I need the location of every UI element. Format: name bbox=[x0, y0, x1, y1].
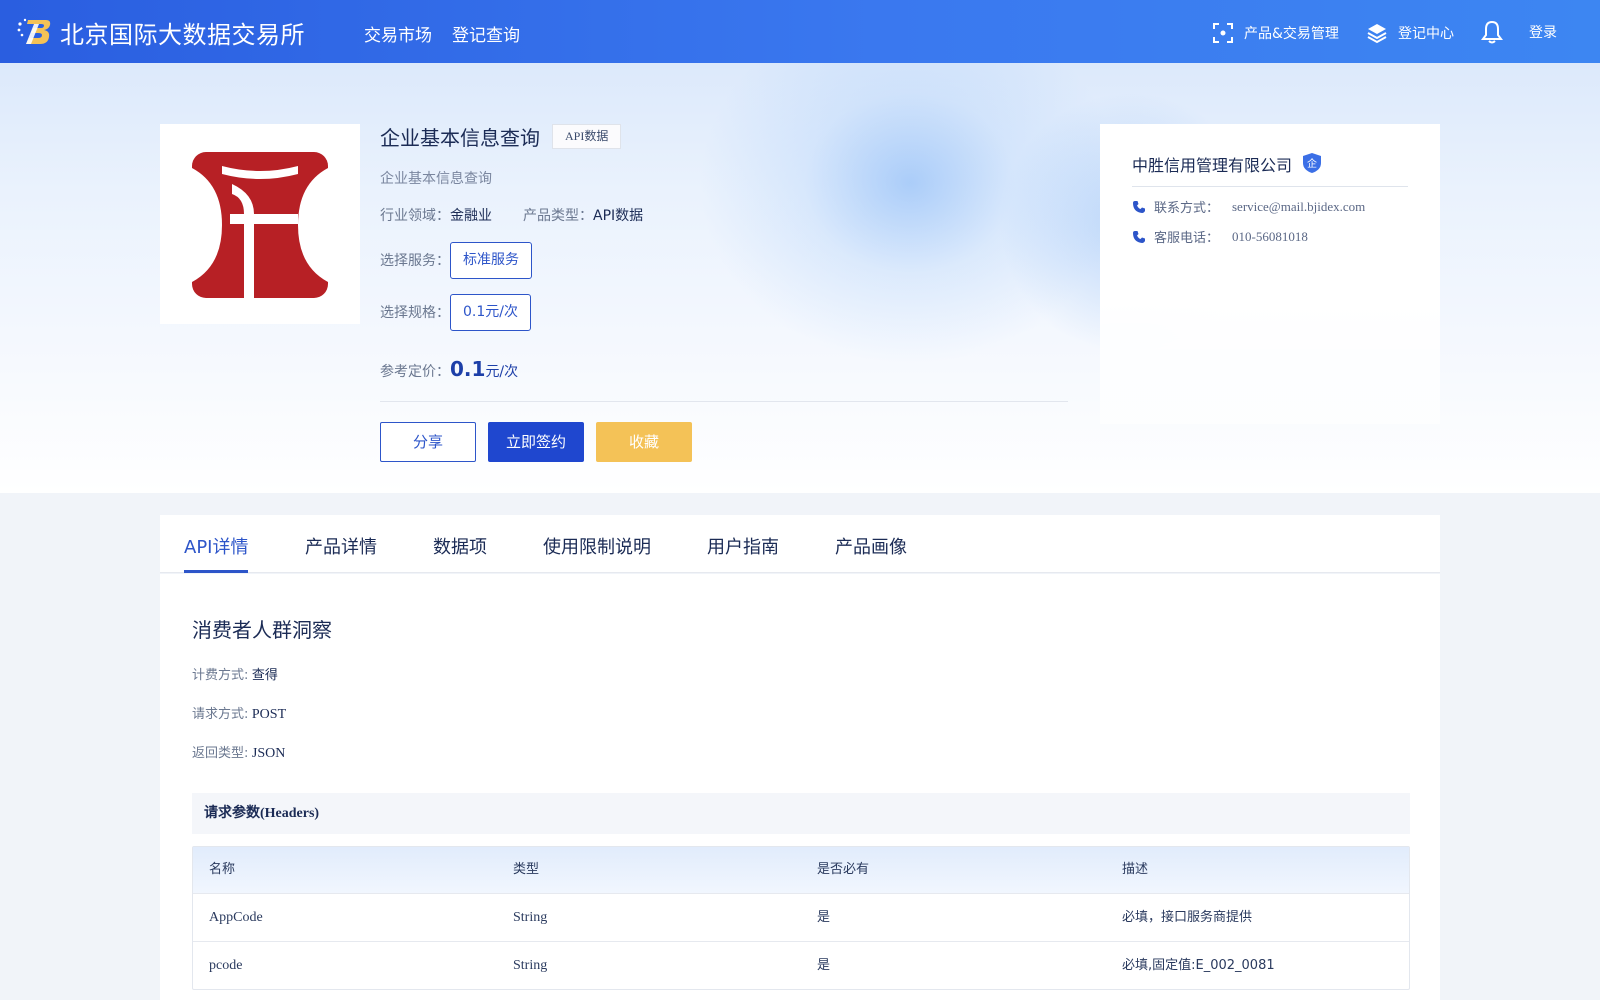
industry-label: 行业领域： bbox=[380, 208, 450, 224]
layers-icon bbox=[1367, 24, 1387, 44]
method-value: POST bbox=[251, 707, 287, 722]
industry-field: 行业领域：金融业 bbox=[380, 205, 492, 225]
company-name[interactable]: 中胜信用管理有限公司 bbox=[1132, 152, 1292, 176]
hero-divider bbox=[380, 401, 1068, 402]
share-button[interactable]: 分享 bbox=[380, 422, 476, 462]
register-center-link[interactable]: 登记中心 bbox=[1366, 22, 1454, 44]
spec-option[interactable]: 0.1元/次 bbox=[450, 294, 531, 331]
method-field: 请求方式: POST bbox=[192, 703, 286, 723]
product-trade-mgmt-label: 产品&交易管理 bbox=[1244, 26, 1339, 42]
tab-api-details[interactable]: API详情 bbox=[184, 533, 248, 559]
product-trade-mgmt-link[interactable]: 产品&交易管理 bbox=[1212, 22, 1339, 44]
nav-trading-market[interactable]: 交易市场 bbox=[364, 21, 432, 46]
tab-product-details[interactable]: 产品详情 bbox=[305, 533, 377, 559]
tab-data-items[interactable]: 数据项 bbox=[433, 533, 487, 559]
top-navbar: 北京国际大数据交易所 交易市场 登记查询 产品&交易管理 登记中心 登录 bbox=[0, 0, 1600, 63]
return-type-label: 返回类型: bbox=[192, 746, 249, 761]
price-unit: 元/次 bbox=[485, 364, 519, 380]
enterprise-verified-icon: 企 bbox=[1303, 153, 1321, 173]
product-title: 企业基本信息查询 bbox=[380, 126, 540, 150]
sign-contract-button[interactable]: 立即签约 bbox=[488, 422, 584, 462]
product-type-tag: API数据 bbox=[552, 124, 622, 149]
detail-tabs: API详情 产品详情 数据项 使用限制说明 用户指南 产品画像 bbox=[160, 515, 1440, 573]
tab-product-profile[interactable]: 产品画像 bbox=[835, 533, 907, 559]
phone-icon bbox=[1133, 230, 1145, 243]
product-subtitle: 企业基本信息查询 bbox=[380, 171, 492, 187]
table-row: AppCode String 是 必填，接口服务商提供 bbox=[193, 893, 1409, 941]
logo-icon[interactable] bbox=[16, 16, 52, 48]
contact-phone-row: 客服电话： 010-56081018 bbox=[1132, 227, 1308, 246]
active-tab-indicator bbox=[184, 570, 248, 573]
provider-company-card: 中胜信用管理有限公司 企 联系方式： service@mail.bjidex.c… bbox=[1100, 124, 1440, 424]
column-header: 名称 bbox=[209, 862, 236, 877]
column-header: 类型 bbox=[513, 862, 540, 877]
phone-label: 客服电话： bbox=[1154, 231, 1220, 246]
table-row: pcode String 是 必填,固定值:E_002_0081 bbox=[193, 941, 1409, 989]
phone-icon bbox=[1133, 200, 1145, 213]
headers-table: 名称 类型 是否必有 描述 AppCode String 是 必填，接口服务商提… bbox=[192, 846, 1410, 990]
api-title: 消费者人群洞察 bbox=[192, 618, 332, 642]
param-required: 是 bbox=[817, 958, 831, 973]
table-header-row: 名称 类型 是否必有 描述 bbox=[193, 847, 1409, 893]
param-type: String bbox=[513, 910, 548, 925]
return-type-value: JSON bbox=[251, 746, 286, 761]
bell-icon[interactable] bbox=[1481, 20, 1503, 44]
nav-registry-query[interactable]: 登记查询 bbox=[452, 21, 520, 46]
product-type-value: API数据 bbox=[593, 208, 644, 224]
provider-logo-icon bbox=[192, 152, 328, 298]
contact-email-row: 联系方式： service@mail.bjidex.com bbox=[1132, 197, 1365, 216]
param-type: String bbox=[513, 958, 548, 973]
tab-usage-limits[interactable]: 使用限制说明 bbox=[543, 533, 651, 559]
spec-select-label: 选择规格： bbox=[380, 305, 450, 321]
site-title[interactable]: 北京国际大数据交易所 bbox=[60, 15, 305, 50]
company-divider bbox=[1132, 186, 1408, 187]
phone-value: 010-56081018 bbox=[1232, 228, 1308, 244]
reference-price: 参考定价：0.1元/次 bbox=[380, 357, 518, 381]
param-description: 必填，接口服务商提供 bbox=[1122, 910, 1253, 925]
scan-icon bbox=[1213, 23, 1233, 43]
column-header: 描述 bbox=[1122, 862, 1149, 877]
return-type-field: 返回类型: JSON bbox=[192, 742, 285, 762]
product-logo-card bbox=[160, 124, 360, 324]
method-label: 请求方式: bbox=[192, 707, 249, 722]
param-description: 必填,固定值:E_002_0081 bbox=[1122, 958, 1275, 973]
billing-field: 计费方式: 查得 bbox=[192, 664, 278, 684]
service-select-label: 选择服务： bbox=[380, 253, 450, 269]
column-header: 是否必有 bbox=[817, 862, 870, 877]
price-value: 0.1 bbox=[450, 357, 486, 381]
param-name: pcode bbox=[209, 958, 243, 973]
param-required: 是 bbox=[817, 910, 831, 925]
contact-label: 联系方式： bbox=[1154, 201, 1220, 216]
billing-label: 计费方式: bbox=[192, 668, 249, 683]
industry-value: 金融业 bbox=[450, 208, 492, 224]
product-type-label: 产品类型： bbox=[523, 208, 593, 224]
param-name: AppCode bbox=[209, 910, 263, 925]
headers-section-title: 请求参数(Headers) bbox=[192, 793, 1410, 834]
product-type-field: 产品类型：API数据 bbox=[523, 205, 643, 225]
billing-value: 查得 bbox=[251, 668, 278, 683]
tab-user-guide[interactable]: 用户指南 bbox=[707, 533, 779, 559]
api-details-panel: 消费者人群洞察 计费方式: 查得 请求方式: POST 返回类型: JSON 请… bbox=[160, 574, 1440, 1000]
contact-email[interactable]: service@mail.bjidex.com bbox=[1232, 199, 1365, 215]
svg-text:企: 企 bbox=[1307, 157, 1317, 170]
login-link[interactable]: 登录 bbox=[1529, 22, 1557, 42]
price-label: 参考定价： bbox=[380, 364, 450, 380]
service-option-standard[interactable]: 标准服务 bbox=[450, 242, 532, 279]
favorite-button[interactable]: 收藏 bbox=[596, 422, 692, 462]
register-center-label: 登记中心 bbox=[1398, 26, 1454, 42]
